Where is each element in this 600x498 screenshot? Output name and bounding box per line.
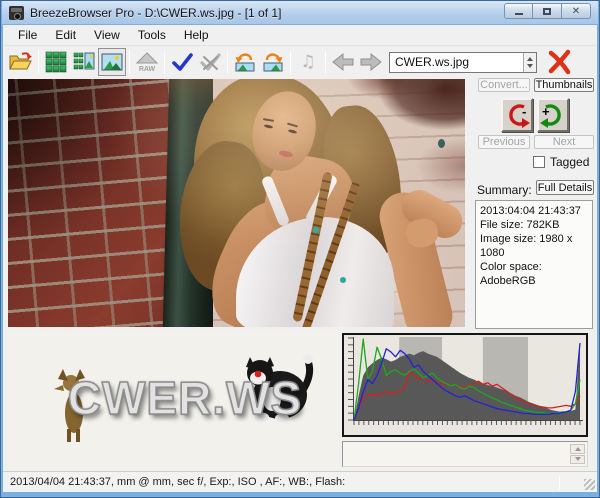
arrow-left-icon (330, 50, 356, 74)
app-icon (9, 6, 24, 20)
rotate-cw-icon: + (539, 101, 567, 129)
toolbar-separator (227, 50, 228, 74)
image-view-button[interactable] (98, 48, 126, 76)
maximize-icon (543, 8, 551, 15)
caption-spinner[interactable] (570, 444, 585, 464)
close-button[interactable]: ✕ (562, 3, 591, 19)
toolbar-separator (129, 50, 130, 74)
thumbnail-view-icon (44, 50, 68, 74)
image-view-icon (100, 50, 124, 74)
rotate-left-icon (233, 50, 257, 74)
svg-text:RAW: RAW (139, 66, 156, 73)
menu-view[interactable]: View (85, 26, 129, 44)
spinner-up-icon (575, 447, 581, 451)
split-view-icon (72, 50, 96, 74)
resize-grip[interactable] (584, 479, 595, 490)
filename-combo[interactable]: CWER.ws.jpg (389, 52, 537, 73)
minimize-icon (515, 13, 523, 15)
next-image-button[interactable] (357, 48, 385, 76)
menu-file[interactable]: File (9, 26, 46, 44)
tagged-checkbox[interactable] (533, 156, 545, 168)
summary-line-filesize: File size: 782KB (480, 218, 588, 232)
summary-label: Summary: (477, 183, 532, 197)
window-title: BreezeBrowser Pro - D:\CWER.ws.jpg - [1 … (30, 6, 281, 20)
toolbar-separator (164, 50, 165, 74)
maximize-button[interactable] (533, 3, 562, 19)
status-bar: 2013/04/04 21:43:37, mm @ mm, sec f/, Ex… (3, 471, 597, 492)
menu-tools[interactable]: Tools (129, 26, 175, 44)
tag-check-button[interactable] (168, 48, 196, 76)
tag-check-icon (170, 50, 194, 74)
combo-spinner[interactable] (523, 53, 536, 72)
toolbar-separator (325, 50, 326, 74)
delete-button[interactable] (546, 48, 574, 76)
summary-line-colorspace: Color space: AdobeRGB (480, 260, 588, 288)
full-details-button[interactable]: Full Details (536, 180, 594, 195)
toolbar-separator (290, 50, 291, 74)
arrow-right-icon (358, 50, 384, 74)
svg-text:+: + (542, 104, 550, 119)
rotate-ccw-button[interactable]: - (501, 98, 533, 132)
slideshow-music-button[interactable]: ♫ (294, 48, 322, 76)
next-button[interactable]: Next (534, 135, 594, 149)
watermark-panel: CWER.WS (8, 331, 338, 470)
rotate-right-icon (261, 50, 285, 74)
filename-combo-value: CWER.ws.jpg (390, 55, 523, 69)
spinner-down-icon (575, 457, 581, 461)
statusbar-separator (559, 476, 560, 489)
spinner-up-icon (527, 57, 533, 61)
summary-box: 2013:04:04 21:43:37 File size: 782KB Ima… (475, 200, 593, 329)
app-window: BreezeBrowser Pro - D:\CWER.ws.jpg - [1 … (0, 0, 600, 498)
caption-box (342, 441, 588, 467)
summary-line-imagesize: Image size: 1980 x 1080 (480, 232, 588, 260)
open-folder-icon (8, 50, 34, 74)
thumbnails-button[interactable]: Thumbnails (534, 78, 594, 92)
convert-button[interactable]: Convert... (478, 78, 530, 92)
music-note-icon: ♫ (300, 52, 315, 72)
status-text: 2013/04/04 21:43:37, mm @ mm, sec f/, Ex… (3, 472, 597, 492)
svg-text:-: - (522, 104, 526, 119)
rotate-ccw-icon: - (503, 101, 531, 129)
minimize-button[interactable] (504, 3, 533, 19)
menu-help[interactable]: Help (175, 26, 218, 44)
previous-button[interactable]: Previous (478, 135, 530, 149)
split-view-button[interactable] (70, 48, 98, 76)
raw-button[interactable]: RAW (133, 48, 161, 76)
previous-image-button[interactable] (329, 48, 357, 76)
summary-line-datetime: 2013:04:04 21:43:37 (480, 204, 588, 218)
caption-spinner-up[interactable] (570, 444, 585, 454)
menu-edit[interactable]: Edit (46, 26, 85, 44)
toolbar-separator (38, 50, 39, 74)
close-icon: ✕ (572, 6, 580, 17)
untag-button[interactable] (196, 48, 224, 76)
rotate-cw-button[interactable]: + (537, 98, 569, 132)
tagged-label[interactable]: Tagged (550, 155, 589, 169)
caption-spinner-down[interactable] (570, 455, 585, 465)
rotate-right-button[interactable] (259, 48, 287, 76)
photo-lighting-overlay (8, 79, 465, 327)
client-area: File Edit View Tools Help (3, 25, 597, 492)
histogram-panel (342, 333, 588, 437)
watermark-text: CWER.WS (60, 371, 310, 425)
menu-bar: File Edit View Tools Help (3, 25, 597, 45)
thumbnail-view-button[interactable] (42, 48, 70, 76)
spinner-down-icon (527, 64, 533, 68)
raw-icon: RAW (135, 50, 159, 74)
delete-x-icon (547, 49, 573, 75)
untag-icon (198, 50, 222, 74)
toolbar: RAW (3, 45, 597, 78)
rotate-left-button[interactable] (231, 48, 259, 76)
histogram-plot (344, 335, 586, 435)
photo-preview[interactable] (8, 79, 465, 327)
open-folder-button[interactable] (7, 48, 35, 76)
